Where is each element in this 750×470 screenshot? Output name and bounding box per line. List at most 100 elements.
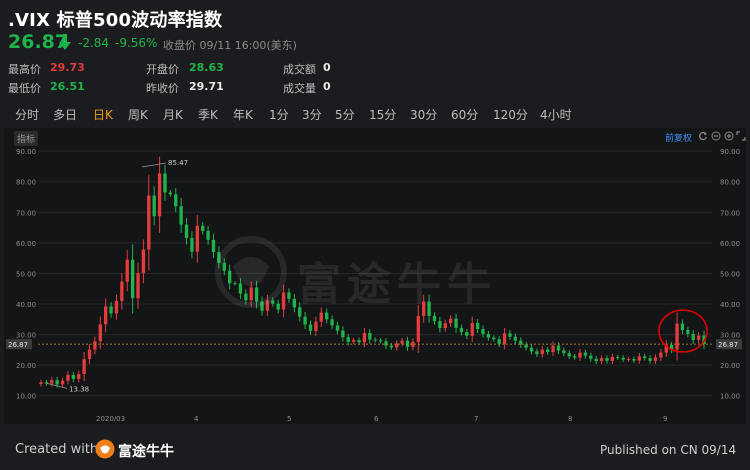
minus-icon[interactable] — [711, 131, 721, 141]
candle-body — [680, 323, 685, 330]
refresh-icon[interactable] — [698, 131, 708, 141]
candle-body — [152, 195, 156, 217]
y-tick-label-right: 60.00 — [720, 240, 740, 248]
candle-body — [325, 312, 329, 320]
candle-body — [287, 292, 291, 299]
adjust-button[interactable]: 前复权 — [665, 131, 692, 144]
candle-body — [448, 318, 453, 324]
tab-quarterly-k[interactable]: 季K — [198, 106, 218, 123]
amount-value: 0 — [323, 61, 331, 74]
open-label: 开盘价 — [146, 63, 179, 76]
candle-body — [562, 350, 566, 354]
candle-body — [330, 319, 334, 326]
open-value: 28.63 — [189, 61, 224, 74]
x-tick-label: 8 — [568, 415, 572, 423]
tab-60min[interactable]: 60分 — [451, 106, 478, 123]
candle-body — [319, 312, 323, 322]
tab-weekly-k[interactable]: 周K — [128, 106, 148, 123]
period-tabs: 分时 多日 日K 周K 月K 季K 年K 1分 3分 5分 15分 30分 60… — [0, 101, 750, 127]
y-tick-label-right: 10.00 — [720, 393, 740, 401]
candle-body — [120, 281, 124, 301]
arrow-down-icon — [59, 34, 71, 50]
candle-body — [583, 352, 588, 356]
candle-body — [341, 330, 345, 338]
y-tick-label-right: 20.00 — [720, 362, 740, 370]
candle-body — [400, 340, 404, 344]
candle-body — [378, 340, 383, 342]
amount-label: 成交额 — [283, 63, 316, 76]
plus-icon[interactable] — [724, 131, 734, 141]
candle-body — [141, 249, 146, 274]
candle-body — [195, 225, 199, 252]
candle-body — [384, 341, 388, 346]
y-tick-label-left: 30.00 — [16, 332, 36, 340]
candle-body — [492, 337, 496, 340]
tab-120min[interactable]: 120分 — [493, 106, 528, 123]
candle-body — [486, 333, 491, 338]
y-tick-label-right: 80.00 — [720, 179, 740, 187]
y-tick-label-left: 20.00 — [16, 362, 36, 370]
candle-body — [589, 355, 593, 359]
tab-multi-day[interactable]: 多日 — [53, 106, 77, 123]
prev-close-label: 昨收价 — [146, 82, 179, 95]
candle-body — [125, 259, 129, 282]
candle-body — [190, 237, 194, 252]
candle-body — [114, 300, 119, 314]
tab-30min[interactable]: 30分 — [410, 106, 437, 123]
highlight-circle — [658, 309, 708, 353]
y-tick-label-left: 60.00 — [16, 240, 36, 248]
y-tick-label-left: 90.00 — [16, 148, 36, 156]
tab-daily-k[interactable]: 日K — [93, 106, 113, 123]
candle-body — [314, 321, 318, 331]
x-tick-label: 2020/03 — [96, 415, 125, 423]
candle-body — [599, 358, 604, 362]
indicator-button[interactable]: 指标 — [14, 131, 39, 146]
y-tick-label-right: 90.00 — [720, 148, 740, 156]
tab-15min[interactable]: 15分 — [369, 106, 396, 123]
candle-body — [55, 380, 59, 385]
high-value: 29.73 — [50, 61, 85, 74]
candle-body — [71, 374, 76, 379]
candle-body — [416, 315, 420, 342]
candle-body — [335, 325, 340, 331]
candle-body — [346, 337, 350, 342]
candle-body — [104, 306, 108, 325]
candle-body — [513, 336, 518, 341]
candle-body — [696, 335, 701, 341]
x-tick-label: 9 — [663, 415, 667, 423]
candle-body — [368, 333, 372, 340]
y-tick-label-left: 50.00 — [16, 270, 36, 278]
candle-body — [594, 358, 598, 362]
tab-5min[interactable]: 5分 — [335, 106, 355, 123]
candle-body — [459, 327, 464, 333]
candle-body — [616, 356, 620, 358]
candle-body — [109, 306, 113, 314]
candle-body — [168, 192, 173, 195]
candle-body — [632, 359, 636, 361]
volume-value: 0 — [323, 80, 331, 93]
candle-body — [438, 321, 442, 329]
tab-yearly-k[interactable]: 年K — [233, 106, 253, 123]
volume-label: 成交量 — [283, 82, 316, 95]
candle-body — [465, 332, 469, 336]
candle-body — [691, 333, 695, 341]
tab-intraday[interactable]: 分时 — [15, 106, 39, 123]
candle-body — [357, 340, 361, 343]
candle-body — [502, 333, 507, 344]
tab-4hour[interactable]: 4小时 — [540, 106, 572, 123]
candle-body — [540, 349, 544, 355]
candle-body — [443, 323, 447, 329]
tab-monthly-k[interactable]: 月K — [163, 106, 183, 123]
expand-icon[interactable] — [736, 131, 746, 141]
candle-body — [648, 358, 652, 361]
candle-body — [475, 322, 480, 330]
tab-1min[interactable]: 1分 — [269, 106, 289, 123]
candle-body — [50, 380, 54, 384]
y-tick-label-right: 40.00 — [720, 301, 740, 309]
brand-name: 富途牛牛 — [118, 444, 174, 460]
candle-body — [567, 353, 571, 357]
tab-3min[interactable]: 3分 — [302, 106, 322, 123]
watermark-logo-icon — [215, 236, 287, 308]
candle-body — [610, 356, 615, 361]
low-value: 26.51 — [50, 80, 85, 93]
